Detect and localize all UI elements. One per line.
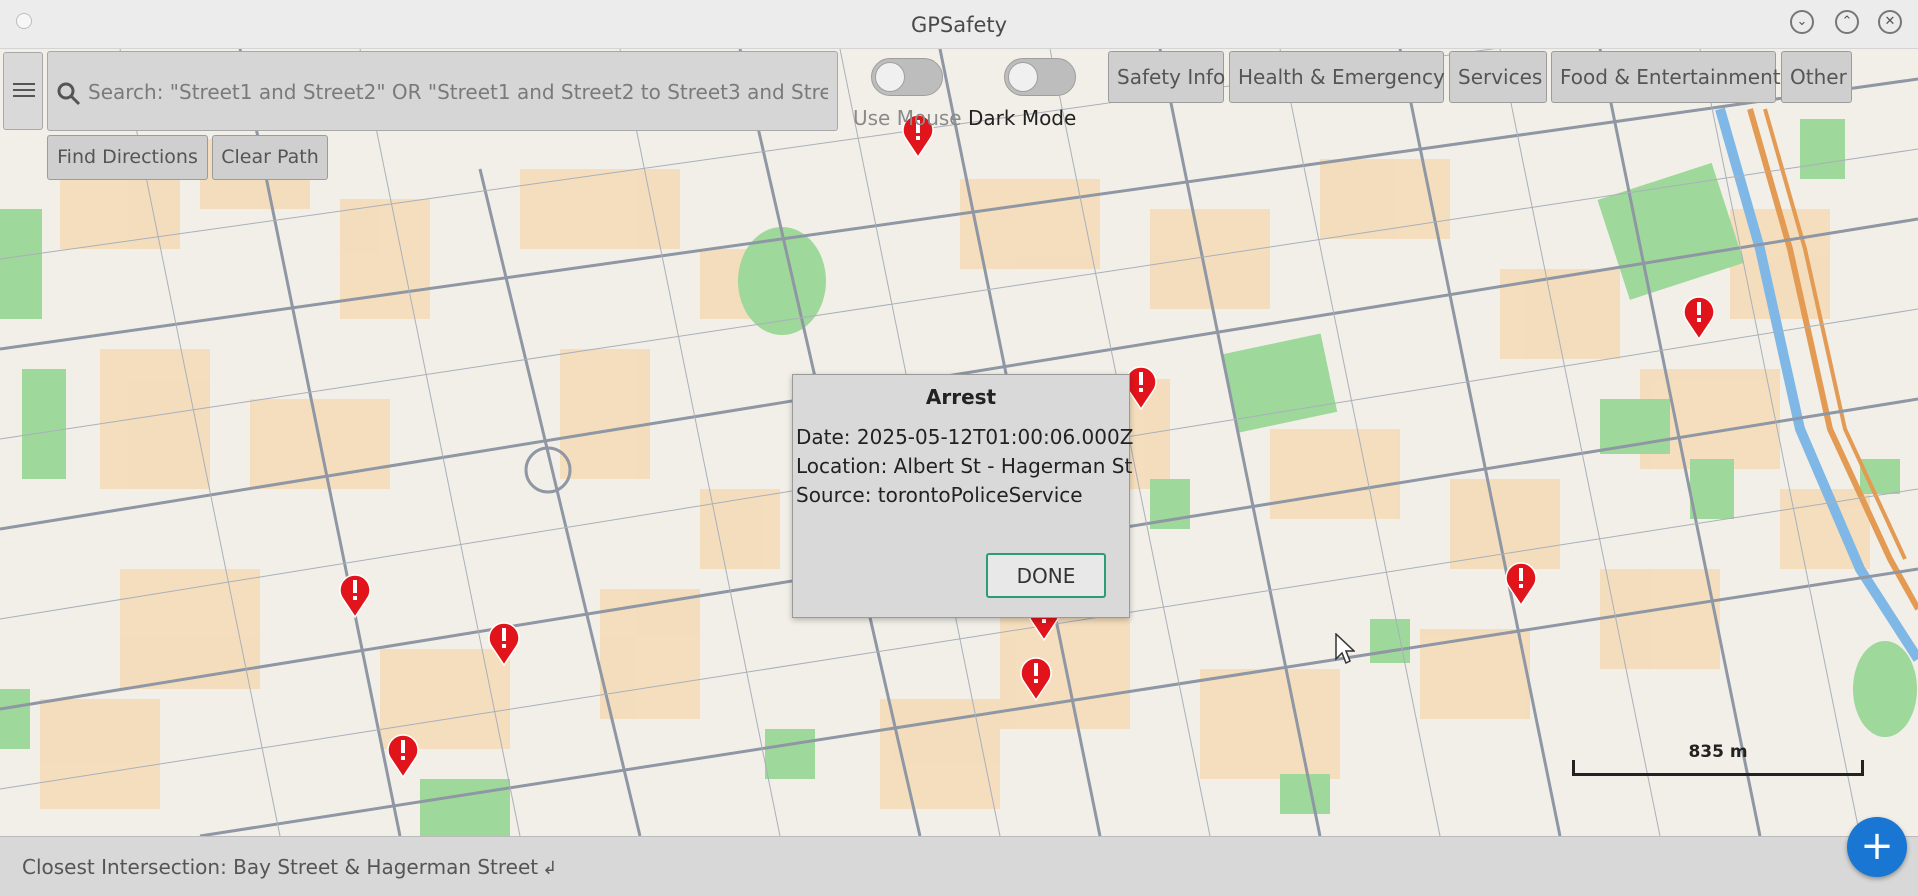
popup-title: Arrest — [925, 385, 997, 409]
title-bar: GPSafety ⌄ ⌃ ✕ — [0, 0, 1918, 49]
toggle-knob — [875, 62, 905, 92]
clear-path-button[interactable]: Clear Path — [212, 135, 328, 180]
use-mouse-label: Use Mouse — [853, 106, 962, 130]
toggle-knob — [1008, 62, 1038, 92]
health-emergency-button[interactable]: Health & Emergency — [1229, 51, 1445, 103]
scale-label: 835 m — [1688, 742, 1748, 762]
food-entertainment-button[interactable]: Food & Entertainment — [1551, 51, 1781, 103]
enter-icon: ↲ — [542, 858, 558, 879]
search-bar[interactable] — [47, 51, 838, 131]
scale-bar — [1572, 760, 1864, 776]
incident-marker-icon[interactable] — [338, 572, 372, 618]
other-button[interactable]: Other — [1781, 51, 1852, 103]
hamburger-icon — [13, 83, 35, 101]
popup-location: Location: Albert St - Hagerman St — [796, 454, 1133, 478]
services-button[interactable]: Services — [1449, 51, 1547, 103]
incident-marker-icon[interactable] — [487, 620, 521, 666]
map-scale: 835 m — [1572, 742, 1864, 782]
use-mouse-toggle[interactable] — [871, 58, 943, 96]
minimize-icon[interactable]: ⌄ — [1790, 10, 1814, 34]
find-directions-button[interactable]: Find Directions — [47, 135, 208, 180]
maximize-icon[interactable]: ⌃ — [1835, 10, 1859, 34]
close-icon[interactable]: ✕ — [1878, 10, 1902, 34]
search-icon — [57, 82, 81, 106]
safety-info-button[interactable]: Safety Info — [1108, 51, 1225, 103]
add-button[interactable]: + — [1847, 817, 1907, 877]
dark-mode-toggle[interactable] — [1004, 58, 1076, 96]
mouse-cursor-icon — [1335, 633, 1355, 665]
status-bar: Closest Intersection: Bay Street & Hager… — [0, 836, 1918, 896]
search-input[interactable] — [86, 70, 830, 114]
dark-mode-label: Dark Mode — [968, 106, 1077, 130]
incident-marker-icon[interactable] — [1682, 294, 1716, 340]
incident-popup: Arrest Date: 2025-05-12T01:00:06.000Z Lo… — [792, 374, 1134, 618]
incident-marker-icon[interactable] — [1019, 655, 1053, 701]
window-title: GPSafety — [910, 13, 1008, 37]
popup-date: Date: 2025-05-12T01:00:06.000Z — [796, 425, 1134, 449]
incident-marker-icon[interactable] — [1504, 560, 1538, 606]
done-button[interactable]: DONE — [986, 553, 1106, 598]
popup-source: Source: torontoPoliceService — [796, 483, 1083, 507]
closest-intersection-text: Closest Intersection: Bay Street & Hager… — [22, 855, 558, 879]
menu-button[interactable] — [3, 52, 43, 130]
incident-marker-icon[interactable] — [386, 732, 420, 778]
